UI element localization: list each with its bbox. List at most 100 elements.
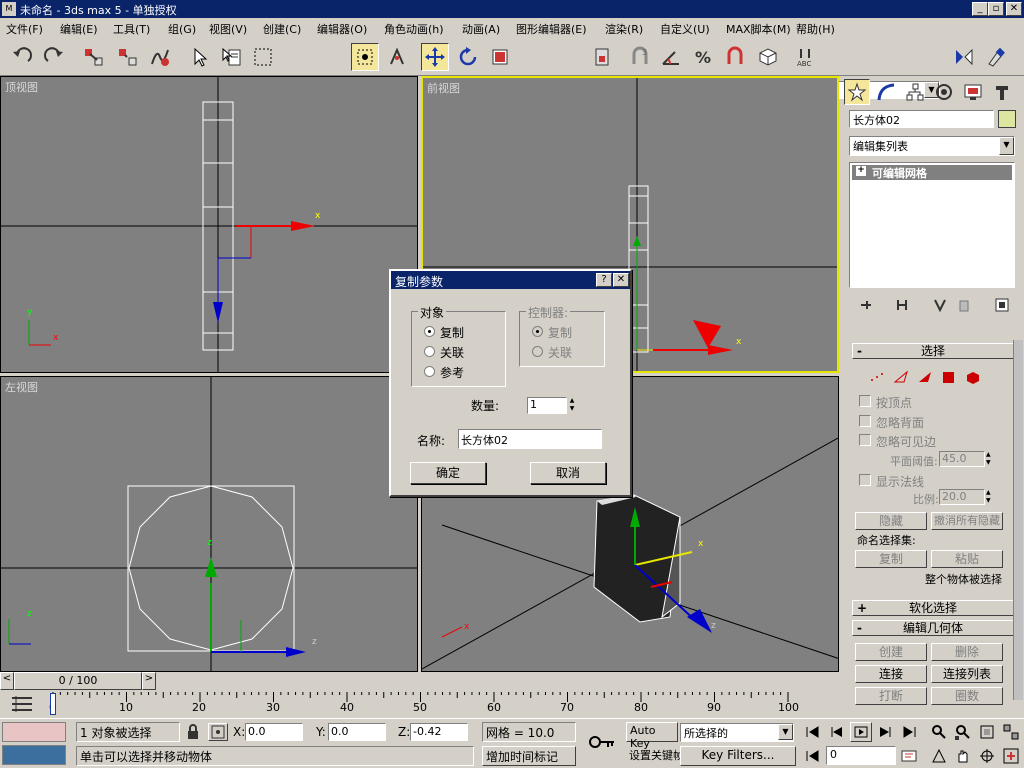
stack-expand-icon[interactable]: +: [856, 166, 866, 176]
time-config-icon[interactable]: [898, 746, 920, 766]
unlink-icon[interactable]: [114, 43, 142, 71]
menu-views[interactable]: 视图(V): [209, 21, 247, 37]
lock-icon[interactable]: [186, 724, 200, 743]
time-prev-button[interactable]: <: [0, 672, 14, 690]
spinner-snap-icon[interactable]: [721, 43, 749, 71]
configure-sets-icon[interactable]: [995, 298, 1009, 315]
motion-tab-icon[interactable]: [931, 79, 957, 105]
selection-rollout-header[interactable]: - 选择: [852, 343, 1014, 359]
modifier-list-dropdown[interactable]: 编辑集列表 ▼: [849, 136, 1015, 156]
copy-sel-button[interactable]: 复制: [855, 550, 927, 568]
undo-icon[interactable]: [8, 43, 36, 71]
mirror-icon[interactable]: [950, 43, 978, 71]
menu-modifiers[interactable]: 编辑器(O): [317, 21, 367, 37]
pan-icon[interactable]: [952, 746, 974, 766]
viewport-top[interactable]: 顶视图 x y x: [0, 76, 418, 373]
show-normals-checkbox[interactable]: [859, 474, 871, 486]
menu-customize[interactable]: 自定义(U): [660, 21, 710, 37]
paste-sel-button[interactable]: 粘贴: [931, 550, 1003, 568]
face-level-icon[interactable]: [917, 370, 933, 387]
edge-level-icon[interactable]: [893, 370, 909, 387]
pin-stack-icon[interactable]: [859, 298, 873, 315]
select-move-icon[interactable]: [421, 43, 449, 71]
maximize-button[interactable]: ▫: [988, 2, 1004, 16]
delete-button[interactable]: 删除: [931, 643, 1003, 661]
redo-icon[interactable]: [40, 43, 68, 71]
display-tab-icon[interactable]: [960, 79, 986, 105]
name-input[interactable]: 长方体02: [458, 429, 602, 449]
soft-selection-rollout-header[interactable]: + 软化选择: [852, 600, 1014, 616]
radio-instance[interactable]: [424, 346, 435, 357]
zoom-all-icon[interactable]: [952, 722, 974, 742]
percent-snap-icon[interactable]: %: [689, 43, 717, 71]
menu-tools[interactable]: 工具(T): [113, 21, 150, 37]
menu-rendering[interactable]: 渲染(R): [605, 21, 643, 37]
element-level-icon[interactable]: [965, 370, 981, 387]
stack-item-editable-mesh[interactable]: + 可编辑网格: [852, 165, 1012, 180]
show-end-result-icon[interactable]: [895, 298, 909, 315]
goto-end-icon[interactable]: [898, 722, 920, 742]
modify-tab-icon[interactable]: [873, 79, 899, 105]
pivot-icon[interactable]: [588, 43, 616, 71]
rotate-icon[interactable]: [454, 43, 482, 71]
add-time-tag-button[interactable]: 增加时间标记: [482, 746, 576, 766]
utilities-tab-icon[interactable]: [989, 79, 1015, 105]
create-button[interactable]: 创建: [855, 643, 927, 661]
key-filters-button[interactable]: Key Filters...: [680, 746, 796, 766]
cancel-button[interactable]: 取消: [530, 462, 606, 484]
current-frame-input[interactable]: 0: [826, 746, 896, 765]
radio-copy[interactable]: [424, 326, 435, 337]
zoom-icon[interactable]: [928, 722, 950, 742]
count-spinner[interactable]: ▲ ▼: [567, 397, 577, 414]
window-crossing-icon[interactable]: [351, 43, 379, 71]
select-by-name-icon[interactable]: [217, 43, 245, 71]
dialog-help-button[interactable]: ?: [596, 273, 612, 287]
key-icon[interactable]: [588, 733, 616, 754]
planar-thresh-input[interactable]: 45.0: [939, 451, 985, 467]
angle-snap-icon[interactable]: [657, 43, 685, 71]
menu-character[interactable]: 角色动画(h): [384, 21, 444, 37]
named-selection-icon[interactable]: [754, 43, 782, 71]
close-button[interactable]: ✕: [1006, 2, 1022, 16]
prev-frame-icon[interactable]: [826, 722, 848, 742]
create-tab-icon[interactable]: [844, 79, 870, 105]
track-bar[interactable]: 0 10 20 30 40 50 60 70 80 90 100: [0, 690, 1024, 718]
by-vertex-checkbox[interactable]: [859, 395, 871, 407]
hierarchy-tab-icon[interactable]: [902, 79, 928, 105]
command-panel-scrollbar[interactable]: [1013, 340, 1023, 700]
edit-geometry-rollout-header[interactable]: - 编辑几何体: [852, 620, 1014, 636]
snap-icon[interactable]: 3: [626, 43, 654, 71]
select-manipulate-icon[interactable]: [383, 43, 411, 71]
menu-edit[interactable]: 编辑(E): [60, 21, 98, 37]
edit-named-selection-icon[interactable]: ABC: [792, 43, 820, 71]
radio-reference[interactable]: [424, 366, 435, 377]
time-slider[interactable]: < 0 / 100 >: [0, 672, 158, 690]
count-input[interactable]: 1: [527, 397, 567, 414]
current-frame-marker[interactable]: [50, 693, 56, 715]
ok-button[interactable]: 确定: [410, 462, 486, 484]
x-input[interactable]: 0.0: [245, 723, 303, 741]
vertex-level-icon[interactable]: [869, 370, 885, 387]
object-color-swatch[interactable]: [998, 110, 1016, 128]
hide-button[interactable]: 隐藏: [855, 512, 927, 530]
maximize-viewport-icon[interactable]: [1000, 746, 1022, 766]
time-next-button[interactable]: >: [142, 672, 156, 690]
menu-create[interactable]: 创建(C): [263, 21, 301, 37]
link-icon[interactable]: [80, 43, 108, 71]
arc-rotate-icon[interactable]: [976, 746, 998, 766]
select-icon[interactable]: [185, 43, 213, 71]
align-icon[interactable]: [982, 43, 1010, 71]
menu-graph-editors[interactable]: 图形编辑器(E): [516, 21, 587, 37]
rect-region-icon[interactable]: [249, 43, 277, 71]
scale-icon[interactable]: [486, 43, 514, 71]
next-frame-icon[interactable]: [874, 722, 896, 742]
unhide-all-button[interactable]: 撤消所有隐藏: [931, 512, 1003, 530]
zoom-extents-icon[interactable]: [976, 722, 998, 742]
absolute-mode-icon[interactable]: [208, 723, 228, 741]
menu-file[interactable]: 文件(F): [6, 21, 43, 37]
key-mode-toggle-icon[interactable]: [802, 746, 824, 766]
zoom-extents-all-icon[interactable]: [1000, 722, 1022, 742]
menu-maxscript[interactable]: MAX脚本(M): [726, 21, 791, 37]
scale-spinner[interactable]: ▲ ▼: [986, 489, 996, 505]
play-icon[interactable]: [850, 722, 872, 742]
